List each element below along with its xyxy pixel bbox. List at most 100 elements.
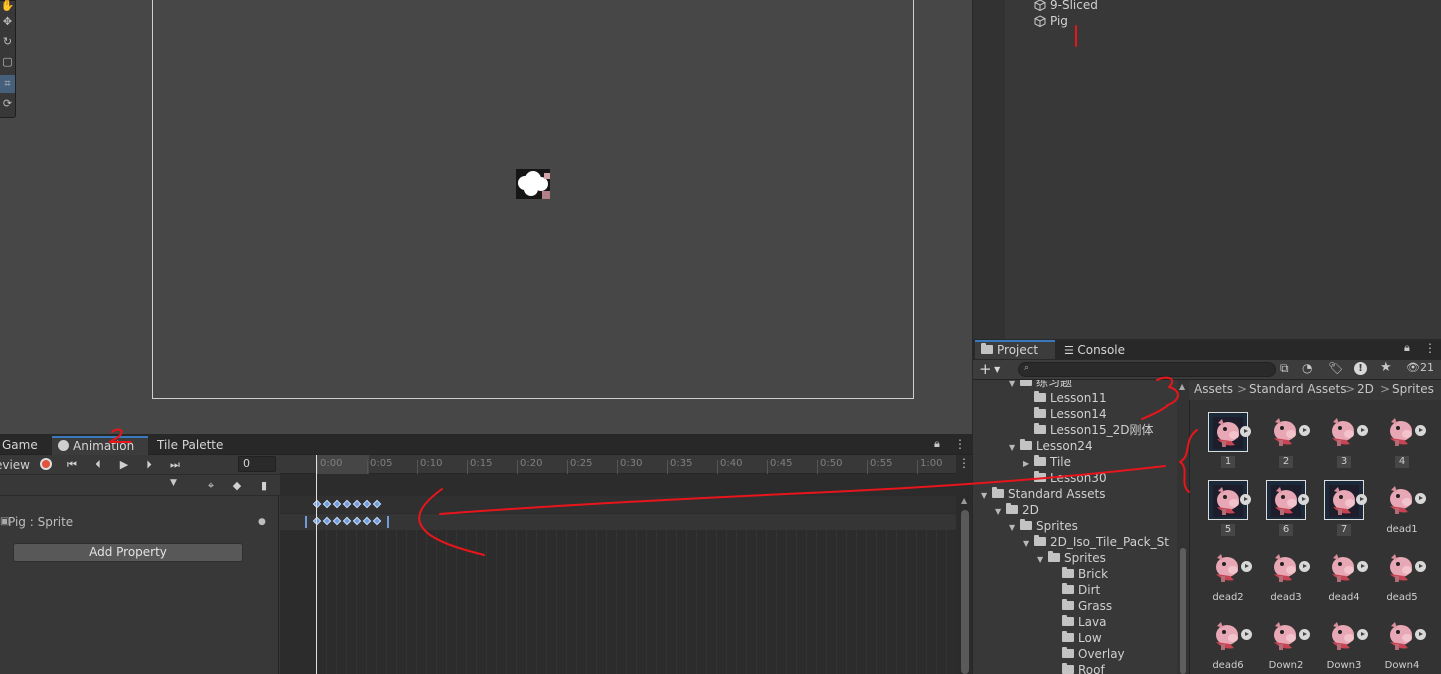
asset-item[interactable]: dead3	[1258, 548, 1314, 604]
asset-item[interactable]: dead6	[1200, 616, 1256, 672]
play-icon[interactable]	[1299, 629, 1310, 640]
sprite-thumbnail[interactable]	[1382, 548, 1426, 588]
tree-item-sprites[interactable]: ▼ Sprites	[1037, 550, 1106, 566]
collapse-arrow-icon[interactable]: ▼	[1037, 552, 1048, 568]
collapse-arrow-icon[interactable]: ▼	[1009, 520, 1020, 536]
breadcrumb-item[interactable]: 2D	[1357, 382, 1374, 396]
asset-item[interactable]: 2	[1258, 412, 1314, 468]
tree-item-2d-iso-tile-pack-st[interactable]: ▼ 2D_Iso_Tile_Pack_St	[1023, 534, 1169, 550]
playhead[interactable]	[316, 455, 317, 674]
property-options-icon[interactable]: ●	[258, 514, 266, 530]
sprite-thumbnail[interactable]	[1324, 616, 1368, 656]
tree-item-overlay[interactable]: Overlay	[1051, 646, 1125, 662]
sprite-thumbnail[interactable]	[1208, 412, 1251, 452]
tab-game[interactable]: Game	[0, 436, 44, 455]
rotate-tool-icon[interactable]: ↻	[0, 33, 15, 51]
asset-item[interactable]: 3	[1316, 412, 1372, 468]
project-folder-tree[interactable]: ▼ 练习题 Lesson11 Lesson14 Lesson15_2D刚体 ▼ Lesson…	[973, 380, 1177, 674]
asset-item[interactable]: 4	[1374, 412, 1430, 468]
transform-tool-icon[interactable]: ⟳	[0, 95, 15, 113]
play-icon[interactable]	[1415, 561, 1426, 572]
play-icon[interactable]	[1298, 494, 1309, 505]
asset-item[interactable]: dead2	[1200, 548, 1256, 604]
play-icon[interactable]	[1240, 494, 1251, 505]
search-by-scene-icon[interactable]: ⧉	[1280, 361, 1289, 376]
asset-item[interactable]: dead5	[1374, 548, 1430, 604]
play-icon[interactable]	[1299, 425, 1310, 436]
range-start-marker[interactable]	[305, 516, 307, 528]
warning-icon[interactable]: !	[1354, 362, 1367, 375]
play-icon[interactable]	[1357, 425, 1368, 436]
breadcrumb-item[interactable]: Standard Assets	[1249, 382, 1346, 396]
search-by-label-icon[interactable]: 🏷︎	[1328, 361, 1343, 375]
asset-item[interactable]: 6	[1258, 480, 1314, 536]
dopesheet-scrollbar[interactable]: ▲	[958, 496, 972, 674]
asset-item[interactable]: Down4	[1374, 616, 1430, 672]
asset-item[interactable]: 5	[1200, 480, 1256, 536]
play-icon[interactable]	[1415, 493, 1426, 504]
collapse-arrow-icon[interactable]: ▼	[981, 488, 992, 504]
add-event-button[interactable]: ▮	[254, 477, 274, 494]
asset-item[interactable]: Down3	[1316, 616, 1372, 672]
scroll-up-icon[interactable]: ▲	[1179, 382, 1185, 391]
tree-item-lava[interactable]: Lava	[1051, 614, 1107, 630]
filter-keyframes-button[interactable]: ⌖	[201, 477, 221, 494]
play-icon[interactable]	[1357, 561, 1368, 572]
tree-item-grass[interactable]: Grass	[1051, 598, 1112, 614]
tab-console[interactable]: ☰ Console	[1058, 341, 1131, 360]
play-button[interactable]: ▶	[114, 456, 134, 473]
record-button[interactable]	[36, 456, 56, 473]
breadcrumb-item[interactable]: Sprites	[1392, 382, 1434, 396]
tab-project[interactable]: Project	[975, 340, 1055, 359]
scale-tool-icon[interactable]: ▢	[0, 53, 15, 71]
tree-item-lesson14[interactable]: Lesson14	[1023, 406, 1107, 422]
first-keyframe-button[interactable]: ⏮	[62, 456, 82, 473]
hierarchy-item-9-sliced[interactable]: 9-Sliced	[1034, 0, 1098, 13]
hidden-packages-button[interactable]: 👁︎21	[1406, 361, 1434, 374]
play-icon[interactable]	[1415, 425, 1426, 436]
dopesheet-menu-icon[interactable]: ⋮	[958, 456, 970, 470]
tree-item-tile[interactable]: ▶ Tile	[1023, 454, 1071, 470]
tree-scrollbar-thumb[interactable]	[1180, 548, 1186, 674]
tree-item-standard-assets[interactable]: ▼ Standard Assets	[981, 486, 1105, 502]
move-tool-icon[interactable]: ✥	[0, 13, 15, 31]
collapse-arrow-icon[interactable]: ▼	[1023, 536, 1034, 552]
prev-keyframe-button[interactable]: ⏴	[88, 456, 108, 473]
tree-item-brick[interactable]: Brick	[1051, 566, 1108, 582]
sprite-thumbnail[interactable]	[1324, 548, 1368, 588]
play-icon[interactable]	[1357, 629, 1368, 640]
sprite-thumbnail[interactable]	[1382, 480, 1426, 520]
tree-item-lesson24[interactable]: ▼ Lesson24	[1009, 438, 1093, 454]
range-end-marker[interactable]	[387, 516, 389, 528]
sprite-thumbnail[interactable]	[1266, 616, 1310, 656]
kebab-menu-icon[interactable]: ⋮	[954, 437, 966, 451]
collapse-arrow-icon[interactable]: ▼	[1009, 380, 1020, 392]
tree-item-lesson11[interactable]: Lesson11	[1023, 390, 1107, 406]
play-icon[interactable]	[1356, 494, 1367, 505]
sprite-thumbnail[interactable]	[1382, 616, 1426, 656]
sprite-thumbnail[interactable]	[1266, 548, 1310, 588]
play-icon[interactable]	[1241, 629, 1252, 640]
asset-item[interactable]: Down2	[1258, 616, 1314, 672]
scrollbar-thumb[interactable]	[961, 510, 969, 674]
hierarchy-item-pig[interactable]: Pig	[1034, 13, 1068, 29]
tree-item-low[interactable]: Low	[1051, 630, 1102, 646]
favorite-star-icon[interactable]: ★	[1380, 360, 1392, 375]
sprite-thumbnail[interactable]	[1266, 412, 1310, 452]
tab-tile-palette[interactable]: Tile Palette	[151, 436, 229, 455]
asset-item[interactable]: dead1	[1374, 480, 1430, 536]
asset-item[interactable]: 7	[1316, 480, 1372, 536]
sprite-thumbnail[interactable]	[1324, 412, 1368, 452]
last-keyframe-button[interactable]: ⏭	[165, 456, 185, 473]
tree-item-lesson30[interactable]: Lesson30	[1023, 470, 1107, 486]
play-icon[interactable]	[1240, 426, 1251, 437]
lock-icon[interactable]: 🔒︎	[1404, 341, 1410, 355]
add-property-button[interactable]: Add Property	[13, 543, 243, 562]
tree-item-sprites[interactable]: ▼ Sprites	[1009, 518, 1078, 534]
kebab-menu-icon[interactable]: ⋮	[1424, 341, 1436, 355]
breadcrumb-item[interactable]: Assets	[1194, 382, 1233, 396]
play-icon[interactable]	[1415, 629, 1426, 640]
create-button[interactable]: + ▼	[979, 360, 1000, 379]
play-icon[interactable]	[1299, 561, 1310, 572]
tree-item-2d[interactable]: ▼ 2D	[995, 502, 1039, 518]
